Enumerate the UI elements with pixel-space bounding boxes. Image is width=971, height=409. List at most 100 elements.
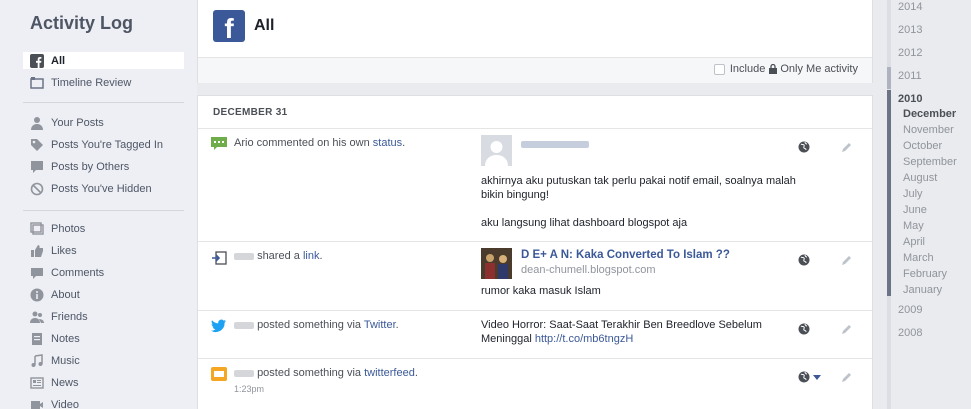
sidebar-item-label: Comments	[51, 266, 105, 279]
filter-bar: Include Only Me activity	[198, 57, 872, 83]
person-icon	[29, 116, 44, 130]
sidebar-item-notes[interactable]: Notes	[23, 330, 184, 347]
include-checkbox[interactable]	[713, 63, 725, 75]
comment-line: bikin bingung!	[481, 189, 549, 201]
tweet-line: Video Horror: Saat-Saat Terakhir Ben Bre…	[481, 319, 762, 331]
tweet-text: Video Horror: Saat-Saat Terakhir Ben Bre…	[481, 318, 762, 346]
activity-story: posted something via Twitter.	[234, 319, 399, 331]
sidebar-item-video[interactable]: Video	[23, 396, 184, 409]
active-year-marker	[887, 90, 891, 296]
month-link[interactable]: February	[903, 268, 947, 280]
year-link[interactable]: 2011	[898, 70, 922, 82]
blurred-name[interactable]	[234, 369, 254, 377]
month-link[interactable]: August	[903, 172, 937, 184]
sidebar-item-label: Posts by Others	[51, 160, 130, 173]
year-link[interactable]: 2008	[898, 327, 922, 339]
status-link[interactable]: status	[373, 137, 402, 149]
month-link[interactable]: January	[903, 284, 942, 296]
sidebar-item-news[interactable]: News	[23, 374, 184, 391]
info-icon	[29, 288, 44, 302]
edit-pencil-icon[interactable]	[841, 323, 853, 335]
facebook-icon	[29, 53, 44, 68]
month-link[interactable]: April	[903, 236, 925, 248]
month-link[interactable]: June	[903, 204, 927, 216]
sidebar-item-photos[interactable]: Photos	[23, 220, 184, 237]
sidebar-item-comments[interactable]: Comments	[23, 264, 184, 281]
edit-pencil-icon[interactable]	[841, 371, 853, 383]
page-title: All	[254, 17, 275, 34]
globe-icon[interactable]	[798, 254, 810, 266]
month-link-active[interactable]: December	[903, 108, 956, 120]
sidebar-item-label: Photos	[51, 222, 86, 235]
year-link[interactable]: 2009	[898, 304, 922, 316]
month-link[interactable]: September	[903, 156, 957, 168]
twitterfeed-link[interactable]: twitterfeed	[364, 367, 415, 379]
include-label: Include	[729, 63, 766, 75]
sidebar-item-likes[interactable]: Likes	[23, 242, 184, 259]
twitter-link[interactable]: Twitter	[364, 319, 396, 331]
sidebar-item-label: Music	[51, 354, 80, 367]
sidebar-title: Activity Log	[30, 13, 134, 33]
story-period: .	[402, 137, 406, 149]
activity-log-card: DECEMBER 31 Ario commented on his own st…	[197, 95, 873, 409]
avatar[interactable]	[481, 135, 512, 166]
sidebar-item-your-posts[interactable]: Your Posts	[23, 114, 184, 131]
activity-row: posted something via twitterfeed. 1:23pm	[198, 358, 872, 403]
blurred-name[interactable]	[234, 321, 254, 329]
month-link[interactable]: March	[903, 252, 934, 264]
timestamp[interactable]: 1:23pm	[234, 384, 264, 394]
chevron-down-icon[interactable]	[813, 375, 821, 380]
hidden-icon	[29, 182, 44, 196]
blurred-name[interactable]	[234, 252, 254, 260]
link-domain: dean-chumell.blogspot.com	[521, 264, 656, 276]
tweet-url[interactable]: http://t.co/mb6tngzH	[535, 333, 633, 345]
story-period: .	[395, 319, 399, 331]
story-text: posted something via	[257, 319, 362, 331]
activity-row: shared a link. D E+ A N: Kaka Converted …	[198, 241, 872, 310]
story-text: Ario commented on his own	[234, 137, 370, 149]
year-link[interactable]: 2012	[898, 47, 922, 59]
globe-icon[interactable]	[798, 141, 810, 153]
year-link[interactable]: 2013	[898, 24, 922, 36]
month-link[interactable]: May	[903, 220, 924, 232]
friends-icon	[29, 310, 44, 324]
globe-icon[interactable]	[798, 371, 810, 383]
comment-activity-icon	[211, 137, 227, 151]
speech-icon	[29, 160, 44, 174]
sidebar-item-about[interactable]: About	[23, 286, 184, 303]
blurred-name[interactable]	[521, 141, 589, 148]
year-link[interactable]: 2014	[898, 1, 922, 13]
divider	[23, 102, 184, 103]
year-link-active[interactable]: 2010	[898, 93, 922, 105]
only-me-label: Only Me activity	[780, 63, 858, 75]
sidebar: Activity Log All Timeline Review Your Po…	[0, 0, 197, 409]
activity-row: posted something via Twitter. Video Horr…	[198, 310, 872, 358]
link-thumbnail[interactable]	[481, 248, 512, 279]
comment-line: akhirnya aku putuskan tak perlu pakai no…	[481, 175, 796, 187]
link-title[interactable]: D E+ A N: Kaka Converted To Islam ??	[521, 249, 730, 261]
month-link[interactable]: October	[903, 140, 942, 152]
news-icon	[29, 376, 44, 390]
activity-story: shared a link.	[234, 250, 323, 262]
sidebar-item-music[interactable]: Music	[23, 352, 184, 369]
timeline-review-icon	[29, 76, 44, 90]
sidebar-item-hidden[interactable]: Posts You've Hidden	[23, 180, 184, 197]
shared-link[interactable]: link	[303, 250, 320, 262]
facebook-logo-icon: f	[213, 10, 245, 42]
sidebar-item-all[interactable]: All	[23, 52, 184, 69]
year-marker	[887, 67, 891, 89]
twitter-icon	[211, 319, 227, 333]
globe-icon[interactable]	[798, 323, 810, 335]
edit-pencil-icon[interactable]	[841, 141, 853, 153]
sidebar-item-tagged[interactable]: Posts You're Tagged In	[23, 136, 184, 153]
only-me-filter[interactable]: Include Only Me activity	[713, 63, 858, 75]
edit-pencil-icon[interactable]	[841, 254, 853, 266]
sidebar-item-label: Posts You're Tagged In	[51, 138, 163, 151]
sidebar-item-timeline-review[interactable]: Timeline Review	[23, 74, 184, 91]
main-column: f All Include Only Me activity DECEMBER …	[197, 0, 873, 409]
sidebar-item-friends[interactable]: Friends	[23, 308, 184, 325]
month-link[interactable]: November	[903, 124, 954, 136]
sidebar-item-posts-by-others[interactable]: Posts by Others	[23, 158, 184, 175]
month-link[interactable]: July	[903, 188, 923, 200]
sidebar-item-label: Likes	[51, 244, 77, 257]
